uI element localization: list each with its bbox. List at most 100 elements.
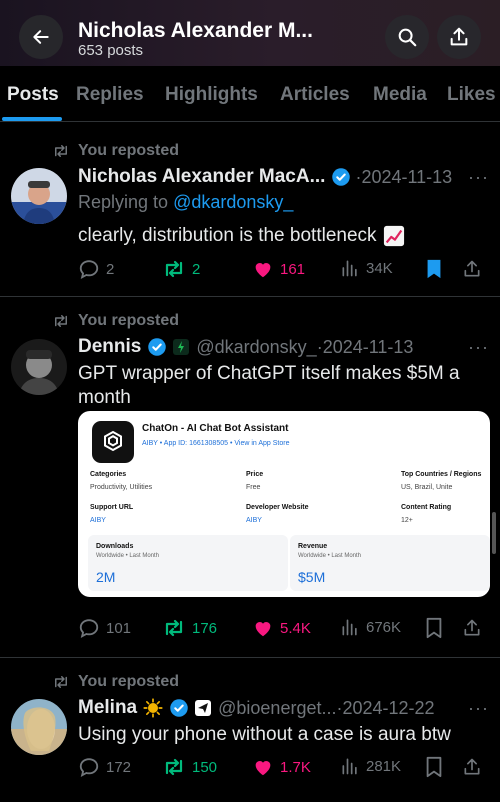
- downloads-sub: Worldwide • Last Month: [96, 553, 160, 559]
- affiliate-badge-icon: [195, 700, 212, 716]
- views-button[interactable]: 34K: [340, 258, 393, 278]
- author-name[interactable]: Melina: [78, 697, 137, 719]
- share-post-button[interactable]: [462, 756, 482, 778]
- heart-filled-icon: [255, 622, 271, 637]
- view-count: 676K: [366, 618, 402, 636]
- bookmark-icon: [426, 617, 442, 639]
- content-rating-value: 12+: [401, 517, 413, 524]
- repost-button[interactable]: 150: [162, 756, 217, 778]
- repost-button[interactable]: 176: [162, 617, 217, 639]
- post-2[interactable]: You reposted Dennis @dkardonsky_ · 2024-…: [0, 311, 500, 657]
- author-handle[interactable]: @bioenerget...: [218, 698, 336, 719]
- back-arrow-icon: [33, 30, 49, 44]
- post-date[interactable]: 2024-12-22: [342, 698, 434, 719]
- embedded-image-card[interactable]: ChatOn - AI Chat Bot Assistant AIBY • Ap…: [78, 411, 490, 597]
- post-date[interactable]: 2024-11-13: [323, 337, 414, 358]
- like-button[interactable]: 161: [252, 258, 305, 280]
- scrollbar[interactable]: [492, 512, 496, 554]
- author-name[interactable]: Nicholas Alexander MacA...: [78, 166, 325, 188]
- revenue-value: $5M: [298, 569, 326, 585]
- chart-increasing-emoji-icon: [383, 225, 404, 247]
- search-icon: [398, 28, 417, 47]
- repost-count: 176: [192, 619, 218, 637]
- more-options-icon[interactable]: ···: [468, 167, 489, 188]
- avatar-nicholas[interactable]: [11, 168, 67, 224]
- like-button[interactable]: 1.7K: [252, 756, 311, 778]
- share-post-button[interactable]: [462, 258, 482, 280]
- developer-website-label: Developer Website: [246, 504, 309, 511]
- reply-button[interactable]: 172: [78, 756, 131, 778]
- back-button[interactable]: [19, 15, 63, 59]
- repost-active-icon: [165, 758, 183, 776]
- verified-badge-icon: [332, 168, 351, 186]
- more-options-icon[interactable]: ···: [468, 337, 489, 358]
- support-url-label: Support URL: [90, 504, 134, 511]
- categories-value: Productivity, Utilities: [90, 484, 153, 491]
- tab-replies[interactable]: Replies: [76, 84, 144, 106]
- tab-highlights[interactable]: Highlights: [165, 84, 258, 106]
- reply-count: 101: [106, 619, 132, 637]
- replying-to-label: Replying to: [78, 192, 174, 212]
- more-options-icon[interactable]: ···: [468, 698, 489, 719]
- tab-media[interactable]: Media: [373, 84, 427, 106]
- reply-handle-link[interactable]: @dkardonsky_: [173, 192, 293, 212]
- verified-badge-icon: [148, 338, 167, 356]
- post-text: GPT wrapper of ChatGPT itself makes $5M …: [78, 363, 460, 408]
- post-date[interactable]: 2024-11-13: [361, 167, 452, 188]
- bookmark-button[interactable]: [424, 756, 444, 778]
- repost-label: You reposted: [78, 142, 180, 159]
- avatar-melina[interactable]: [11, 699, 67, 755]
- views-chart-icon: [342, 260, 357, 277]
- profile-tabs: Posts Replies Highlights Articles Media …: [0, 66, 500, 122]
- support-url-value: AIBY: [90, 517, 106, 524]
- post-text: Using your phone without a case is aura …: [78, 724, 451, 745]
- post-divider: [0, 296, 500, 297]
- repost-label: You reposted: [78, 673, 180, 690]
- post-3[interactable]: You reposted Melina @bioenerget... · 202…: [0, 672, 500, 802]
- reply-icon: [79, 758, 99, 778]
- replying-to: Replying to @dkardonsky_: [78, 192, 293, 213]
- revenue-sub: Worldwide • Last Month: [298, 553, 362, 559]
- search-button[interactable]: [385, 15, 429, 59]
- revenue-stat: Revenue Worldwide • Last Month $5M: [290, 535, 490, 591]
- tab-articles[interactable]: Articles: [280, 84, 350, 106]
- repost-label: You reposted: [78, 312, 180, 329]
- repost-indicator: You reposted: [52, 672, 179, 692]
- post-actions: 101 176 5.4K 676K: [78, 617, 488, 641]
- avatar-dennis[interactable]: [11, 339, 67, 395]
- views-button[interactable]: 281K: [340, 756, 401, 776]
- share-post-button[interactable]: [462, 617, 482, 639]
- author-handle[interactable]: @dkardonsky_: [196, 337, 316, 358]
- reply-button[interactable]: 2: [78, 258, 114, 280]
- views-button[interactable]: 676K: [340, 617, 401, 637]
- repost-button[interactable]: 2: [162, 258, 200, 280]
- post-1[interactable]: You reposted Nicholas Alexander MacA... …: [0, 141, 500, 296]
- bookmark-button[interactable]: [424, 617, 444, 639]
- app-title: ChatOn - AI Chat Bot Assistant: [142, 423, 289, 434]
- categories-label: Categories: [90, 471, 127, 478]
- reply-button[interactable]: 101: [78, 617, 131, 639]
- like-count: 161: [280, 260, 306, 278]
- like-button[interactable]: 5.4K: [252, 617, 311, 639]
- author-line: Nicholas Alexander MacA... · 2024-11-13: [78, 165, 452, 189]
- share-profile-button[interactable]: [437, 15, 481, 59]
- views-chart-icon: [342, 619, 357, 636]
- countries-label: Top Countries / Regions: [401, 471, 482, 478]
- tab-likes[interactable]: Likes: [447, 84, 496, 106]
- bookmark-filled-icon: [427, 259, 441, 279]
- share-icon: [464, 260, 480, 277]
- downloads-label: Downloads: [96, 543, 134, 550]
- price-label: Price: [246, 471, 264, 478]
- repost-indicator: You reposted: [52, 141, 179, 161]
- post-text-container: clearly, distribution is the bottleneck: [78, 224, 488, 248]
- price-value: Free: [246, 484, 261, 491]
- repost-indicator: You reposted: [52, 311, 179, 331]
- active-tab-indicator: [2, 117, 62, 121]
- tab-posts[interactable]: Posts: [7, 84, 59, 106]
- bookmark-button[interactable]: [424, 258, 444, 280]
- post-text: clearly, distribution is the bottleneck: [78, 225, 377, 246]
- heart-filled-icon: [255, 761, 271, 776]
- downloads-stat: Downloads Worldwide • Last Month 2M: [88, 535, 288, 591]
- profile-name: Nicholas Alexander M...: [78, 19, 313, 42]
- author-name[interactable]: Dennis: [78, 336, 141, 358]
